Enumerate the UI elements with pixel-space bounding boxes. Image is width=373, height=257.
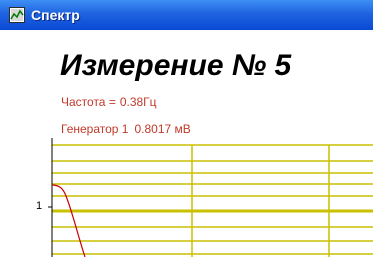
spectrum-chart [48,138,373,257]
grid [52,144,373,257]
